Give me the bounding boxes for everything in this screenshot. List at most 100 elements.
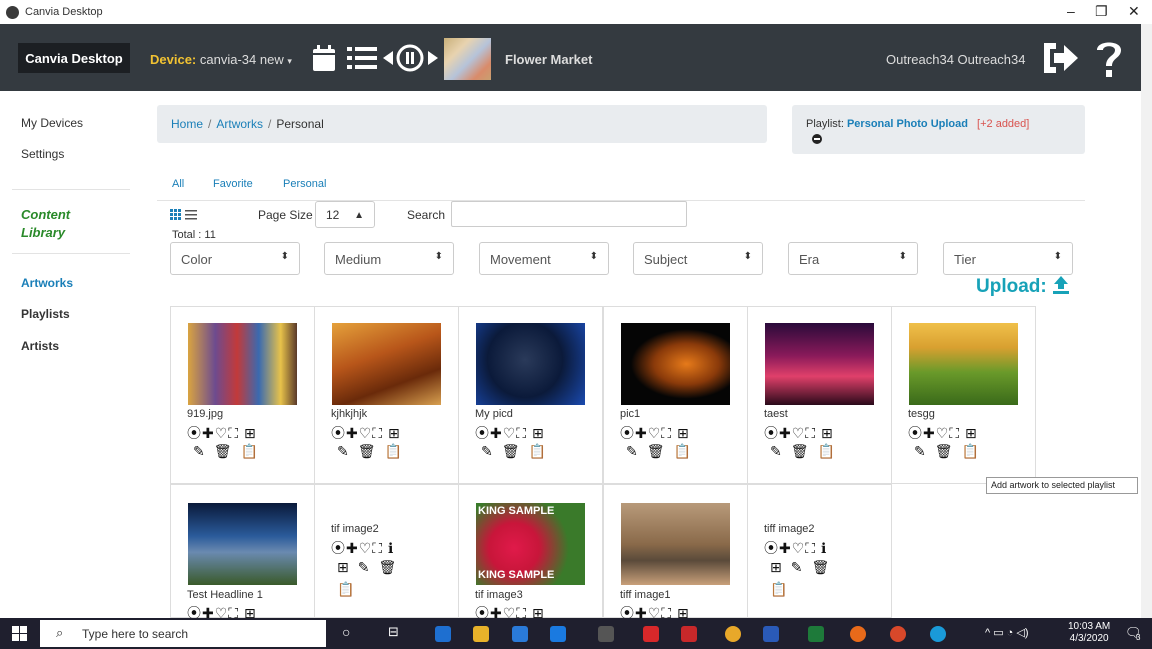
artwork-edit-actions-icon[interactable]: ✎🗑📋 <box>337 443 411 460</box>
artwork-actions-icon[interactable]: ⦿✚♡⛶ ⊞ <box>331 423 401 443</box>
artwork-caption: kjhkjhjk <box>331 408 368 420</box>
pause-icon[interactable] <box>396 44 424 72</box>
maximize-button[interactable]: ❐ <box>1095 3 1108 20</box>
sidebar-item-settings[interactable]: Settings <box>21 147 64 161</box>
artwork-card[interactable]: taest ⦿✚♡⛶ ⊞ ✎🗑📋 <box>747 306 892 484</box>
chrome-icon[interactable] <box>725 626 741 642</box>
sidebar-item-my-devices[interactable]: My Devices <box>21 116 83 130</box>
playlist-list-icon[interactable] <box>347 46 377 70</box>
sidebar-item-artworks[interactable]: Artworks <box>21 276 73 290</box>
skype-icon[interactable] <box>930 626 946 642</box>
next-icon[interactable] <box>428 51 438 65</box>
remove-playlist-icon[interactable] <box>812 134 822 144</box>
breadcrumb-home[interactable]: Home <box>171 117 203 131</box>
artwork-card[interactable]: KING SAMPLE KING SAMPLE tif image3 ⦿✚♡⛶ … <box>458 484 603 621</box>
mail-icon[interactable] <box>550 626 566 642</box>
artwork-thumbnail[interactable] <box>909 323 1018 405</box>
artwork-card[interactable]: pic1 ⦿✚♡⛶ ⊞ ✎🗑📋 <box>603 306 748 484</box>
artwork-card[interactable]: tesgg ⦿✚♡⛶ ⊞ ✎🗑📋 <box>891 306 1036 484</box>
task-view-icon[interactable]: ⊟ <box>388 624 399 640</box>
search-input[interactable] <box>451 201 687 227</box>
sidebar-item-playlists[interactable]: Playlists <box>21 307 70 321</box>
artwork-thumbnail[interactable] <box>188 503 297 585</box>
artwork-actions-icon[interactable]: ⦿✚♡⛶ ⊞ <box>187 423 257 443</box>
artwork-card[interactable]: tiff image2 ⦿✚♡⛶ ℹ ⊞✎🗑 📋 <box>747 484 892 618</box>
edge-icon[interactable] <box>435 626 451 642</box>
artwork-thumbnail[interactable] <box>621 323 730 405</box>
filter-medium-select[interactable]: Medium ⬍ <box>324 242 454 275</box>
taskbar-search-input[interactable]: Type here to search <box>40 620 326 647</box>
canvia-app-icon[interactable] <box>598 626 614 642</box>
word-icon[interactable] <box>763 626 779 642</box>
upload-button[interactable]: Upload: <box>976 276 1070 298</box>
device-selector[interactable]: Device: canvia-34 new ▾ <box>150 52 292 67</box>
playlist-name[interactable]: Personal Photo Upload <box>847 118 968 130</box>
filter-subject-select[interactable]: Subject ⬍ <box>633 242 763 275</box>
artwork-edit-actions-icon[interactable]: ✎🗑📋 <box>481 443 555 460</box>
sidebar-item-artists[interactable]: Artists <box>21 339 59 353</box>
artwork-thumbnail[interactable] <box>765 323 874 405</box>
artwork-actions-icon[interactable]: ⦿✚♡⛶ ⊞ <box>620 423 690 443</box>
artwork-thumbnail[interactable] <box>332 323 441 405</box>
artwork-edit-actions-icon[interactable]: ✎🗑📋 <box>193 443 267 460</box>
acrobat-icon[interactable] <box>643 626 659 642</box>
artwork-card[interactable]: Test Headline 1 ⦿✚♡⛶ ⊞ <box>170 484 315 621</box>
artwork-actions-icon[interactable]: ⦿✚♡⛶ ⊞ <box>475 423 545 443</box>
artwork-card[interactable]: My picd ⦿✚♡⛶ ⊞ ✎🗑📋 <box>458 306 603 484</box>
filter-era-select[interactable]: Era ⬍ <box>788 242 918 275</box>
system-tray-icon[interactable]: ^ ▭ ◔ ◁) <box>985 626 1029 639</box>
minimize-button[interactable]: – <box>1067 3 1075 19</box>
artwork-thumbnail[interactable] <box>476 323 585 405</box>
store-icon[interactable] <box>512 626 528 642</box>
artwork-edit-actions-icon[interactable]: ✎🗑📋 <box>770 443 844 460</box>
help-icon[interactable] <box>1094 36 1124 80</box>
tab-personal[interactable]: Personal <box>283 178 326 190</box>
filter-tier-select[interactable]: Tier ⬍ <box>943 242 1073 275</box>
grid-view-icon[interactable] <box>170 209 200 221</box>
sidebar-divider <box>12 189 130 190</box>
artwork-caption: My picd <box>475 408 513 420</box>
filter-label: Medium <box>335 252 382 267</box>
artwork-edit-actions-icon[interactable]: ✎🗑📋 <box>914 443 988 460</box>
artwork-card[interactable]: tif image2 ⦿✚♡⛶ ℹ ⊞✎🗑 📋 <box>314 484 459 618</box>
clipboard-icon[interactable]: 📋 <box>337 581 363 598</box>
logout-icon[interactable] <box>1040 41 1080 75</box>
page-size-select[interactable]: 12 ▲ <box>315 201 375 228</box>
tab-favorite[interactable]: Favorite <box>213 178 253 190</box>
artwork-thumbnail[interactable] <box>621 503 730 585</box>
filter-color-select[interactable]: Color ⬍ <box>170 242 300 275</box>
filter-movement-select[interactable]: Movement ⬍ <box>479 242 609 275</box>
firefox-icon[interactable] <box>850 626 866 642</box>
artwork-actions-icon[interactable]: ⦿✚♡⛶ ℹ <box>331 538 394 558</box>
sidebar-section-content-library[interactable]: Content Library <box>21 206 70 242</box>
artwork-thumbnail[interactable] <box>188 323 297 405</box>
artwork-actions-icon[interactable]: ⦿✚♡⛶ ℹ <box>764 538 827 558</box>
artwork-edit-actions-icon[interactable]: ⊞✎🗑 <box>770 559 838 576</box>
close-button[interactable]: ✕ <box>1128 3 1140 20</box>
artwork-edit-actions-icon[interactable]: ⊞✎🗑 <box>337 559 405 576</box>
taskbar-clock[interactable]: 10:03 AM 4/3/2020 <box>1068 621 1110 645</box>
artwork-card[interactable]: 919.jpg ⦿✚♡⛶ ⊞ ✎🗑📋 <box>170 306 315 484</box>
windows-start-icon[interactable] <box>12 626 27 641</box>
brand-button[interactable]: Canvia Desktop <box>18 43 130 73</box>
select-arrows-icon: ▲ <box>354 210 364 221</box>
artwork-edit-actions-icon[interactable]: ✎🗑📋 <box>626 443 700 460</box>
now-playing-thumbnail[interactable] <box>444 38 491 80</box>
clipboard-icon[interactable]: 📋 <box>770 581 796 598</box>
artwork-card[interactable]: tiff image1 ⦿✚♡⛶ ⊞ <box>603 484 748 621</box>
artwork-thumbnail[interactable]: KING SAMPLE KING SAMPLE <box>476 503 585 585</box>
file-explorer-icon[interactable] <box>473 626 489 642</box>
tab-all[interactable]: All <box>172 178 184 190</box>
page-scrollbar[interactable] <box>1141 24 1152 618</box>
schedule-calendar-icon[interactable] <box>312 44 336 72</box>
artwork-card[interactable]: kjhkjhjk ⦿✚♡⛶ ⊞ ✎🗑📋 <box>314 306 459 484</box>
page-size-value: 12 <box>326 208 340 222</box>
acrobat-reader-icon[interactable] <box>681 626 697 642</box>
excel-icon[interactable] <box>808 626 824 642</box>
artwork-actions-icon[interactable]: ⦿✚♡⛶ ⊞ <box>908 423 978 443</box>
powerpoint-icon[interactable] <box>890 626 906 642</box>
artwork-actions-icon[interactable]: ⦿✚♡⛶ ⊞ <box>764 423 834 443</box>
breadcrumb-artworks[interactable]: Artworks <box>216 117 263 131</box>
previous-icon[interactable] <box>383 51 393 65</box>
cortana-icon[interactable]: ○ <box>342 624 350 640</box>
